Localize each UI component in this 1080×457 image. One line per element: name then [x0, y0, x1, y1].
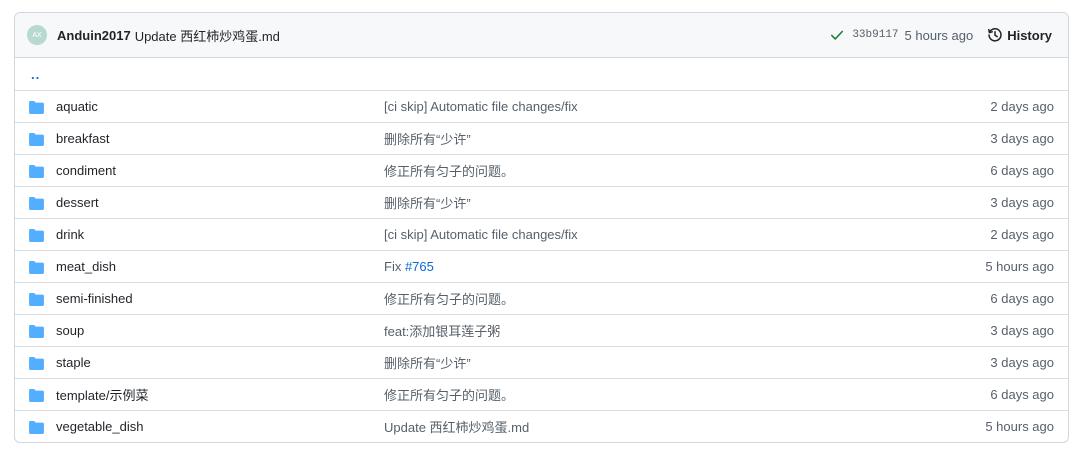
file-commit-message[interactable]: feat:添加银耳莲子粥: [384, 321, 500, 340]
file-commit-message[interactable]: 修正所有匀子的问题。: [384, 161, 514, 180]
folder-icon: [29, 229, 44, 242]
file-commit-message-text[interactable]: [ci skip] Automatic file changes/fix: [384, 227, 578, 242]
file-commit-message-text[interactable]: Fix: [384, 259, 405, 274]
file-row[interactable]: aquatic [ci skip] Automatic file changes/…: [15, 90, 1068, 122]
file-name[interactable]: staple: [56, 355, 91, 370]
file-name[interactable]: aquatic: [56, 99, 98, 114]
file-commit-message[interactable]: 删除所有“少许”: [384, 129, 471, 148]
file-commit-time: 3 days ago: [990, 131, 1054, 146]
check-icon[interactable]: [830, 28, 844, 42]
commit-message[interactable]: Update 西红柿炒鸡蛋.md: [135, 26, 280, 45]
file-name[interactable]: soup: [56, 323, 84, 338]
folder-icon: [29, 133, 44, 146]
file-commit-message[interactable]: 删除所有“少许”: [384, 353, 471, 372]
file-commit-time: 6 days ago: [990, 163, 1054, 178]
folder-icon: [29, 357, 44, 370]
file-commit-time: 5 hours ago: [985, 419, 1054, 434]
folder-icon: [29, 261, 44, 274]
file-name[interactable]: breakfast: [56, 131, 109, 146]
file-browser: AX Anduin2017 Update 西红柿炒鸡蛋.md 33b9117 5…: [14, 12, 1069, 443]
file-row[interactable]: drink [ci skip] Automatic file changes/fi…: [15, 218, 1068, 250]
author-avatar[interactable]: AX: [27, 25, 47, 45]
latest-commit-bar: AX Anduin2017 Update 西红柿炒鸡蛋.md 33b9117 5…: [15, 13, 1068, 58]
file-commit-message[interactable]: Fix #765: [384, 259, 434, 274]
history-icon: [988, 28, 1002, 42]
file-commit-time: 6 days ago: [990, 387, 1054, 402]
file-name[interactable]: vegetable_dish: [56, 419, 143, 434]
commit-author[interactable]: Anduin2017: [57, 28, 131, 43]
file-commit-time: 6 days ago: [990, 291, 1054, 306]
file-commit-message-text[interactable]: [ci skip] Automatic file changes/fix: [384, 99, 578, 114]
file-commit-time: 2 days ago: [990, 227, 1054, 242]
file-commit-time: 3 days ago: [990, 323, 1054, 338]
file-commit-message[interactable]: 修正所有匀子的问题。: [384, 385, 514, 404]
file-row[interactable]: soup feat:添加银耳莲子粥 3 days ago: [15, 314, 1068, 346]
file-row[interactable]: semi-finished 修正所有匀子的问题。 6 days ago: [15, 282, 1068, 314]
folder-icon: [29, 101, 44, 114]
file-commit-message-text[interactable]: 删除所有“少许”: [384, 196, 471, 211]
history-label: History: [1007, 27, 1052, 43]
file-row[interactable]: dessert 删除所有“少许” 3 days ago: [15, 186, 1068, 218]
file-name[interactable]: template/示例菜: [56, 385, 148, 404]
file-list: aquatic [ci skip] Automatic file changes/…: [15, 90, 1068, 442]
folder-icon: [29, 389, 44, 402]
file-name[interactable]: semi-finished: [56, 291, 133, 306]
file-name[interactable]: drink: [56, 227, 84, 242]
file-row[interactable]: breakfast 删除所有“少许” 3 days ago: [15, 122, 1068, 154]
file-row[interactable]: meat_dish Fix #765 5 hours ago: [15, 250, 1068, 282]
file-commit-message[interactable]: 修正所有匀子的问题。: [384, 289, 514, 308]
file-commit-time: 3 days ago: [990, 195, 1054, 210]
folder-icon: [29, 165, 44, 178]
commit-time: 5 hours ago: [904, 27, 974, 43]
file-row[interactable]: staple 删除所有“少许” 3 days ago: [15, 346, 1068, 378]
folder-icon: [29, 293, 44, 306]
file-commit-message-text[interactable]: Update 西红柿炒鸡蛋.md: [384, 420, 529, 435]
file-commit-message[interactable]: [ci skip] Automatic file changes/fix: [384, 227, 578, 242]
file-commit-message-text[interactable]: 修正所有匀子的问题。: [384, 388, 514, 403]
file-commit-message[interactable]: [ci skip] Automatic file changes/fix: [384, 99, 578, 114]
file-commit-message-text[interactable]: 修正所有匀子的问题。: [384, 292, 514, 307]
file-commit-message-text[interactable]: 修正所有匀子的问题。: [384, 164, 514, 179]
commit-sha[interactable]: 33b9117: [852, 29, 898, 41]
file-commit-time: 5 hours ago: [985, 259, 1054, 274]
parent-directory-row[interactable]: ..: [15, 58, 1068, 90]
file-commit-message-text[interactable]: 删除所有“少许”: [384, 356, 471, 371]
file-name[interactable]: condiment: [56, 163, 116, 178]
history-button[interactable]: History: [987, 27, 1052, 43]
file-row[interactable]: vegetable_dish Update 西红柿炒鸡蛋.md 5 hours ag…: [15, 410, 1068, 442]
parent-directory-link[interactable]: ..: [31, 67, 40, 82]
folder-icon: [29, 325, 44, 338]
file-row[interactable]: template/示例菜 修正所有匀子的问题。 6 days ago: [15, 378, 1068, 410]
file-row[interactable]: condiment 修正所有匀子的问题。 6 days ago: [15, 154, 1068, 186]
file-commit-message-text[interactable]: 删除所有“少许”: [384, 132, 471, 147]
file-commit-time: 3 days ago: [990, 355, 1054, 370]
folder-icon: [29, 421, 44, 434]
issue-link[interactable]: #765: [405, 259, 434, 274]
file-commit-message[interactable]: Update 西红柿炒鸡蛋.md: [384, 417, 529, 436]
folder-icon: [29, 197, 44, 210]
file-name[interactable]: meat_dish: [56, 259, 116, 274]
file-commit-time: 2 days ago: [990, 99, 1054, 114]
file-name[interactable]: dessert: [56, 195, 99, 210]
file-commit-message-text[interactable]: feat:添加银耳莲子粥: [384, 324, 500, 339]
file-commit-message[interactable]: 删除所有“少许”: [384, 193, 471, 212]
